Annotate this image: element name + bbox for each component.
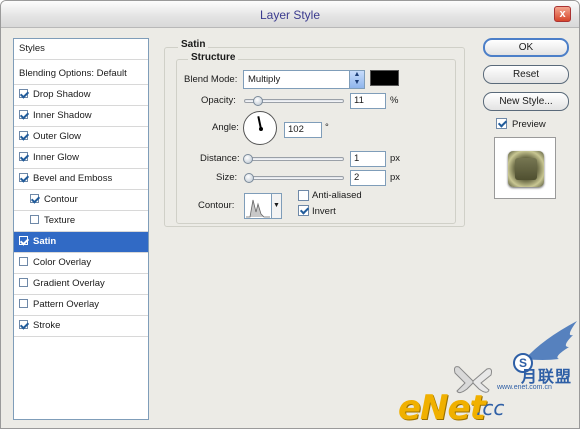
inner-shadow-checkbox[interactable]	[19, 110, 28, 119]
watermark-brand: eNet	[398, 388, 486, 428]
blend-mode-select[interactable]: Multiply ▲ ▼	[243, 70, 365, 89]
style-item-label: Color Overlay	[33, 257, 92, 268]
size-slider-thumb[interactable]	[244, 173, 254, 183]
structure-group-title: Structure	[188, 52, 239, 63]
style-item-label: Inner Shadow	[33, 110, 92, 121]
blend-mode-value: Multiply	[248, 74, 281, 85]
outer-glow-checkbox[interactable]	[19, 131, 28, 140]
style-item-pattern-overlay[interactable]: Pattern Overlay	[14, 295, 148, 316]
opacity-slider-thumb[interactable]	[253, 96, 263, 106]
angle-dial[interactable]	[243, 111, 277, 145]
wing-logo-icon	[525, 321, 577, 360]
preview-swatch	[508, 151, 544, 187]
watermark-domain-suffix: .cc	[476, 396, 505, 420]
style-item-color-overlay[interactable]: Color Overlay	[14, 253, 148, 274]
style-item-label: Gradient Overlay	[33, 278, 105, 289]
anti-aliased-checkbox[interactable]	[298, 190, 309, 201]
opacity-unit: %	[390, 95, 399, 106]
contour-checkbox[interactable]	[30, 194, 39, 203]
style-item-label: Inner Glow	[33, 152, 79, 163]
style-item-label: Bevel and Emboss	[33, 173, 113, 184]
style-item-label: Contour	[44, 194, 78, 205]
style-item-label: Outer Glow	[33, 131, 82, 142]
reset-button[interactable]: Reset	[483, 65, 569, 84]
style-item-label: Pattern Overlay	[33, 299, 99, 310]
ok-button[interactable]: OK	[483, 38, 569, 57]
invert-label: Invert	[312, 206, 336, 217]
blend-mode-label: Blend Mode:	[184, 74, 238, 85]
watermark-url: www.enet.com.cn	[497, 384, 552, 391]
style-item-drop-shadow[interactable]: Drop Shadow	[14, 85, 148, 106]
inner-glow-checkbox[interactable]	[19, 152, 28, 161]
style-item-label: Stroke	[33, 320, 61, 331]
style-item-contour[interactable]: Contour	[14, 190, 148, 211]
blend-color-swatch[interactable]	[370, 70, 399, 86]
opacity-label: Opacity:	[201, 95, 236, 106]
contour-label: Contour:	[198, 200, 235, 211]
contour-dropdown-arrow-icon[interactable]: ▼	[272, 193, 282, 219]
color-overlay-checkbox[interactable]	[19, 257, 28, 266]
distance-slider-thumb[interactable]	[243, 154, 253, 164]
style-item-inner-glow[interactable]: Inner Glow	[14, 148, 148, 169]
distance-unit: px	[390, 153, 401, 164]
size-input[interactable]: 2	[350, 170, 386, 186]
style-item-gradient-overlay[interactable]: Gradient Overlay	[14, 274, 148, 295]
distance-slider[interactable]	[244, 157, 344, 161]
angle-input[interactable]: 102	[284, 122, 322, 138]
blending-options-item[interactable]: Blending Options: Default	[14, 64, 148, 85]
preview-swatch-face	[515, 158, 537, 180]
close-button[interactable]: x	[554, 6, 571, 22]
opacity-input[interactable]: 11	[350, 93, 386, 109]
title-bar: Layer Style x	[1, 1, 579, 28]
size-label: Size:	[216, 172, 238, 183]
gradient-overlay-checkbox[interactable]	[19, 278, 28, 287]
style-item-texture[interactable]: Texture	[14, 211, 148, 232]
preview-label: Preview	[512, 119, 546, 130]
styles-header[interactable]: Styles	[14, 39, 148, 60]
distance-label: Distance:	[200, 153, 240, 164]
preview-checkbox[interactable]	[496, 118, 507, 129]
style-item-inner-shadow[interactable]: Inner Shadow	[14, 106, 148, 127]
anti-aliased-label: Anti-aliased	[312, 190, 362, 201]
dialog-title: Layer Style	[259, 8, 321, 22]
angle-dial-center	[259, 127, 263, 131]
style-item-stroke[interactable]: Stroke	[14, 316, 148, 337]
new-style-button[interactable]: New Style...	[483, 92, 569, 111]
layer-style-dialog: Layer Style x Styles Blending Options: D…	[0, 0, 580, 429]
style-item-bevel-emboss[interactable]: Bevel and Emboss	[14, 169, 148, 190]
texture-checkbox[interactable]	[30, 215, 39, 224]
contour-curve-icon	[246, 199, 270, 218]
distance-input[interactable]: 1	[350, 151, 386, 167]
size-slider[interactable]	[244, 176, 344, 180]
angle-label: Angle:	[212, 122, 239, 133]
angle-unit: °	[325, 122, 329, 133]
style-preview-thumbnail	[494, 137, 556, 199]
styles-list: Styles Blending Options: Default Drop Sh…	[13, 38, 149, 420]
pattern-overlay-checkbox[interactable]	[19, 299, 28, 308]
contour-picker[interactable]	[244, 193, 272, 219]
style-item-outer-glow[interactable]: Outer Glow	[14, 127, 148, 148]
bevel-emboss-checkbox[interactable]	[19, 173, 28, 182]
size-unit: px	[390, 172, 401, 183]
invert-checkbox[interactable]	[298, 205, 309, 216]
style-item-label: Texture	[44, 215, 76, 226]
satin-checkbox[interactable]	[19, 236, 28, 245]
style-item-label: Drop Shadow	[33, 89, 91, 100]
drop-shadow-checkbox[interactable]	[19, 89, 28, 98]
style-item-satin[interactable]: Satin	[14, 232, 148, 253]
style-item-label: Satin	[33, 236, 57, 247]
select-arrows-icon: ▲ ▼	[349, 71, 364, 88]
satin-group-title: Satin	[178, 39, 209, 50]
stroke-checkbox[interactable]	[19, 320, 28, 329]
